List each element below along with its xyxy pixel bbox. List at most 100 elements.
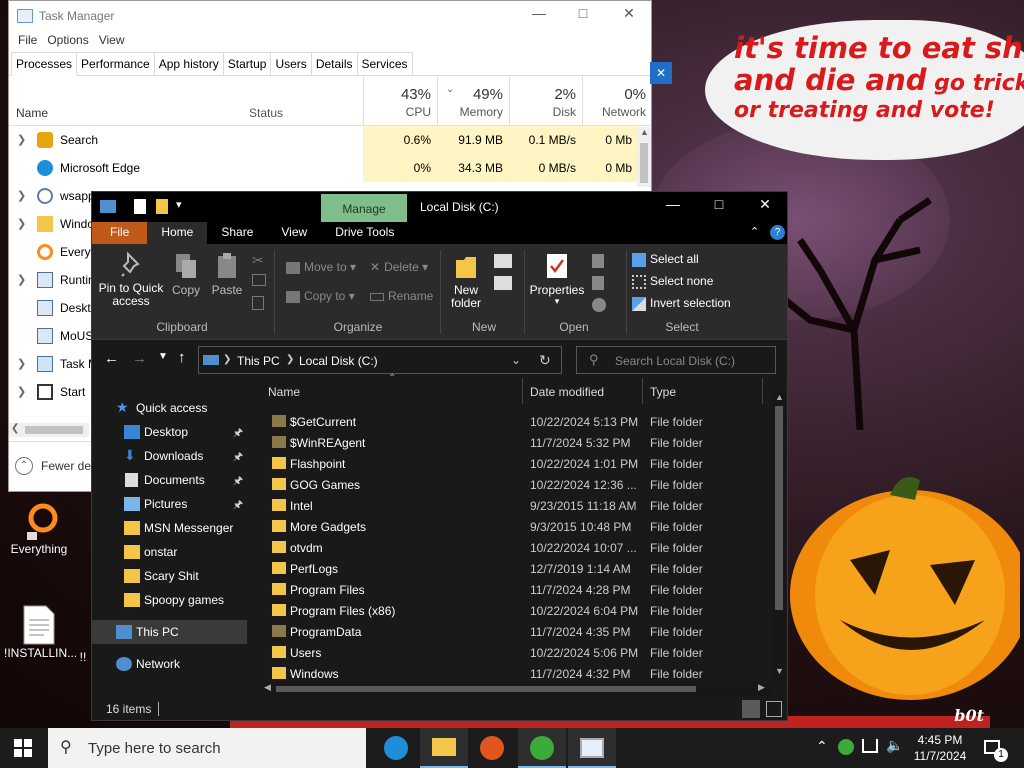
select-none-button[interactable]: Select none xyxy=(632,274,713,289)
windows-start-button[interactable] xyxy=(14,739,32,757)
fewer-details-button[interactable]: ⌃ Fewer de xyxy=(15,457,91,475)
copy-to-button[interactable]: Copy to ▾ xyxy=(286,289,355,303)
scroll-thumb[interactable] xyxy=(775,406,783,610)
tab-users[interactable]: Users xyxy=(270,52,312,75)
paste-button[interactable]: Paste xyxy=(208,252,246,297)
help-icon[interactable]: ? xyxy=(770,225,785,240)
column-disk[interactable]: 2% Disk xyxy=(509,76,582,126)
scroll-thumb[interactable] xyxy=(25,426,83,434)
column-name[interactable]: Name xyxy=(16,106,48,120)
tab-startup[interactable]: Startup xyxy=(222,52,272,75)
properties-quick-icon[interactable] xyxy=(134,199,146,214)
hidden-dialog-close-button[interactable]: ✕ xyxy=(650,62,672,84)
scroll-right-icon[interactable]: ▶ xyxy=(758,682,765,693)
taskbar-file-explorer-button[interactable] xyxy=(420,728,468,768)
network-icon[interactable] xyxy=(862,739,878,753)
tab-view[interactable]: View xyxy=(267,222,321,244)
tab-drive-tools[interactable]: Drive Tools xyxy=(321,222,408,244)
list-item[interactable]: Program Files (x86) 10/22/2024 6:04 PM Fil… xyxy=(262,600,767,621)
column-header-date[interactable]: Date modified xyxy=(530,378,642,404)
recent-locations-chevron-icon[interactable]: ▼ xyxy=(158,351,168,362)
taskbar-edge-button[interactable] xyxy=(372,728,420,768)
column-cpu[interactable]: 43% CPU xyxy=(363,76,437,126)
people-icon[interactable] xyxy=(838,739,854,755)
open-icon[interactable] xyxy=(592,254,604,268)
tab-app-history[interactable]: App history xyxy=(153,52,224,75)
properties-button[interactable]: Properties ▾ xyxy=(528,252,586,307)
large-icons-view-button[interactable] xyxy=(766,701,782,717)
customize-chevron-icon[interactable]: ▾ xyxy=(176,198,182,211)
horizontal-scrollbar[interactable]: ◀ ▶ xyxy=(262,682,772,696)
edit-icon[interactable] xyxy=(592,276,604,290)
forward-arrow-icon[interactable]: → xyxy=(132,350,147,367)
list-item[interactable]: Intel 9/23/2015 11:18 AM File folder xyxy=(262,495,767,516)
vertical-scrollbar[interactable]: ▲ xyxy=(637,127,651,187)
easy-access-icon[interactable] xyxy=(494,276,512,290)
tab-processes[interactable]: Processes xyxy=(11,52,78,76)
nav-spoopy-games[interactable]: Spoopy games xyxy=(92,588,247,612)
menu-view[interactable]: View xyxy=(94,31,130,51)
refresh-icon[interactable]: ↻ xyxy=(539,352,551,369)
expand-chevron-icon[interactable]: ❯ xyxy=(17,357,26,370)
list-item[interactable]: otvdm 10/22/2024 10:07 ... File folder xyxy=(262,537,767,558)
vertical-scrollbar[interactable]: ▲ ▼ xyxy=(772,392,786,682)
tab-services[interactable]: Services xyxy=(356,52,413,75)
expand-chevron-icon[interactable]: ❯ xyxy=(17,133,26,146)
invert-selection-button[interactable]: Invert selection xyxy=(632,296,731,311)
list-item[interactable]: ProgramData 11/7/2024 4:35 PM File folder xyxy=(262,621,767,642)
nav-onstar[interactable]: onstar xyxy=(92,540,247,564)
tab-performance[interactable]: Performance xyxy=(76,52,155,75)
tab-details[interactable]: Details xyxy=(310,52,358,75)
expand-chevron-icon[interactable]: ❯ xyxy=(17,385,26,398)
tab-share[interactable]: Share xyxy=(207,222,267,244)
list-item[interactable]: More Gadgets 9/3/2015 10:48 PM File folder xyxy=(262,516,767,537)
menu-options[interactable]: Options xyxy=(42,31,93,51)
minimize-button[interactable]: — xyxy=(517,5,561,27)
collapse-ribbon-icon[interactable]: ⌃ xyxy=(750,225,759,238)
explorer-titlebar[interactable]: ▾ Manage Local Disk (C:) — □ ✕ xyxy=(92,192,787,222)
new-folder-quick-icon[interactable] xyxy=(156,199,168,214)
breadcrumb-local-disk[interactable]: Local Disk (C:) xyxy=(299,354,378,368)
scroll-thumb[interactable] xyxy=(276,686,696,692)
column-memory[interactable]: ⌄ 49% Memory xyxy=(437,76,509,126)
tab-home[interactable]: Home xyxy=(147,222,208,244)
scroll-up-icon[interactable]: ▲ xyxy=(775,392,784,402)
move-to-button[interactable]: Move to ▾ xyxy=(286,260,356,274)
nav-desktop[interactable]: Desktop 🖈 xyxy=(92,420,247,444)
back-arrow-icon[interactable]: ← xyxy=(104,350,119,367)
up-arrow-icon[interactable]: ↑ xyxy=(178,349,186,366)
task-manager-titlebar[interactable]: Task Manager — □ ✕ xyxy=(9,1,651,31)
clock[interactable]: 4:45 PM 11/7/2024 xyxy=(908,728,972,768)
list-item[interactable]: Flashpoint 10/22/2024 1:01 PM File folder xyxy=(262,453,767,474)
nav-downloads[interactable]: ⬇ Downloads 🖈 xyxy=(92,444,247,468)
column-network[interactable]: 0% Network xyxy=(582,76,652,126)
address-bar[interactable]: ❯ This PC ❯ Local Disk (C:) ⌄ ↻ xyxy=(198,346,562,374)
scroll-up-icon[interactable]: ▲ xyxy=(640,127,649,137)
new-folder-button[interactable]: New folder xyxy=(444,252,488,310)
list-item[interactable]: $GetCurrent 10/22/2024 5:13 PM File folder xyxy=(262,411,767,432)
rename-button[interactable]: Rename xyxy=(370,289,433,303)
column-status[interactable]: Status xyxy=(249,106,283,120)
details-view-button[interactable] xyxy=(742,700,760,718)
table-row[interactable]: ❯ Search 0.6% 91.9 MB 0.1 MB/s 0 Mb xyxy=(9,126,651,154)
column-header-name[interactable]: Name xyxy=(268,378,520,404)
list-item[interactable]: Users 10/22/2024 5:06 PM File folder xyxy=(262,642,767,663)
expand-chevron-icon[interactable]: ❯ xyxy=(17,189,26,202)
volume-icon[interactable]: 🔈 xyxy=(886,737,903,768)
breadcrumb-this-pc[interactable]: This PC xyxy=(237,354,280,368)
taskbar-firefox-button[interactable] xyxy=(468,728,516,768)
desktop-icon-everything[interactable]: Everything xyxy=(4,502,74,556)
tab-manage[interactable]: Manage xyxy=(321,194,407,222)
horizontal-scrollbar[interactable]: ❮ xyxy=(9,423,89,437)
taskbar-task-manager-button[interactable] xyxy=(568,728,616,768)
column-header-type[interactable]: Type xyxy=(650,378,760,404)
nav-this-pc[interactable]: This PC xyxy=(92,620,247,644)
maximize-button[interactable]: □ xyxy=(696,196,742,218)
history-icon[interactable] xyxy=(592,298,606,312)
paste-shortcut-icon[interactable] xyxy=(252,296,264,310)
taskbar-search-box[interactable]: ⚲ Type here to search xyxy=(48,728,366,768)
list-item[interactable]: PerfLogs 12/7/2019 1:14 AM File folder xyxy=(262,558,767,579)
nav-scary-shit[interactable]: Scary Shit xyxy=(92,564,247,588)
nav-network[interactable]: Network xyxy=(92,652,247,676)
list-item[interactable]: Program Files 11/7/2024 4:28 PM File folde… xyxy=(262,579,767,600)
